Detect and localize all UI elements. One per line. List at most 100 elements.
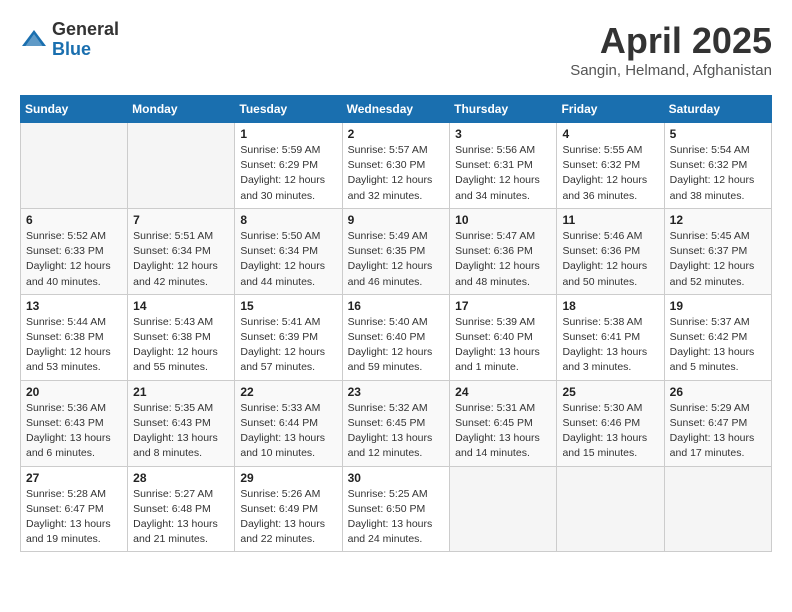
logo: General Blue <box>20 20 119 60</box>
calendar-day-cell <box>128 123 235 209</box>
day-number: 7 <box>133 213 229 227</box>
calendar-header-cell: Friday <box>557 96 664 123</box>
day-info: Sunrise: 5:50 AMSunset: 6:34 PMDaylight:… <box>240 229 336 290</box>
day-number: 6 <box>26 213 122 227</box>
calendar-header-cell: Sunday <box>21 96 128 123</box>
calendar-table: SundayMondayTuesdayWednesdayThursdayFrid… <box>20 95 772 552</box>
day-number: 3 <box>455 127 551 141</box>
day-info: Sunrise: 5:33 AMSunset: 6:44 PMDaylight:… <box>240 401 336 462</box>
day-info: Sunrise: 5:41 AMSunset: 6:39 PMDaylight:… <box>240 315 336 376</box>
day-info: Sunrise: 5:47 AMSunset: 6:36 PMDaylight:… <box>455 229 551 290</box>
calendar-day-cell: 14 Sunrise: 5:43 AMSunset: 6:38 PMDayligh… <box>128 294 235 380</box>
calendar-header-cell: Monday <box>128 96 235 123</box>
calendar-day-cell: 20 Sunrise: 5:36 AMSunset: 6:43 PMDayligh… <box>21 380 128 466</box>
calendar-week-row: 20 Sunrise: 5:36 AMSunset: 6:43 PMDayligh… <box>21 380 772 466</box>
day-info: Sunrise: 5:45 AMSunset: 6:37 PMDaylight:… <box>670 229 766 290</box>
day-number: 1 <box>240 127 336 141</box>
logo-general-text: General <box>52 20 119 40</box>
calendar-week-row: 13Sunrise: 5:44 AMSunset: 6:38 PMDayligh… <box>21 294 772 380</box>
day-number: 17 <box>455 299 551 313</box>
calendar-day-cell: 2 Sunrise: 5:57 AMSunset: 6:30 PMDaylight… <box>342 123 450 209</box>
day-info: Sunrise: 5:40 AMSunset: 6:40 PMDaylight:… <box>348 315 445 376</box>
calendar-day-cell: 9 Sunrise: 5:49 AMSunset: 6:35 PMDaylight… <box>342 208 450 294</box>
calendar-day-cell: 30 Sunrise: 5:25 AMSunset: 6:50 PMDayligh… <box>342 466 450 552</box>
calendar-day-cell <box>450 466 557 552</box>
day-number: 5 <box>670 127 766 141</box>
day-info: Sunrise: 5:28 AMSunset: 6:47 PMDaylight:… <box>26 487 122 548</box>
calendar-day-cell: 17 Sunrise: 5:39 AMSunset: 6:40 PMDayligh… <box>450 294 557 380</box>
day-info: Sunrise: 5:57 AMSunset: 6:30 PMDaylight:… <box>348 143 445 204</box>
calendar-day-cell: 16 Sunrise: 5:40 AMSunset: 6:40 PMDayligh… <box>342 294 450 380</box>
day-info: Sunrise: 5:36 AMSunset: 6:43 PMDaylight:… <box>26 401 122 462</box>
calendar-week-row: 6 Sunrise: 5:52 AMSunset: 6:33 PMDaylight… <box>21 208 772 294</box>
day-info: Sunrise: 5:56 AMSunset: 6:31 PMDaylight:… <box>455 143 551 204</box>
calendar-day-cell <box>21 123 128 209</box>
day-number: 4 <box>562 127 658 141</box>
calendar-day-cell: 7Sunrise: 5:51 AMSunset: 6:34 PMDaylight… <box>128 208 235 294</box>
day-number: 27 <box>26 471 122 485</box>
day-number: 28 <box>133 471 229 485</box>
day-number: 20 <box>26 385 122 399</box>
day-number: 9 <box>348 213 445 227</box>
day-number: 26 <box>670 385 766 399</box>
calendar-header-cell: Wednesday <box>342 96 450 123</box>
day-number: 2 <box>348 127 445 141</box>
day-number: 22 <box>240 385 336 399</box>
day-info: Sunrise: 5:25 AMSunset: 6:50 PMDaylight:… <box>348 487 445 548</box>
calendar-header-cell: Tuesday <box>235 96 342 123</box>
day-number: 15 <box>240 299 336 313</box>
day-info: Sunrise: 5:35 AMSunset: 6:43 PMDaylight:… <box>133 401 229 462</box>
day-number: 14 <box>133 299 229 313</box>
day-number: 21 <box>133 385 229 399</box>
page-header: General Blue April 2025 Sangin, Helmand,… <box>20 20 772 79</box>
calendar-day-cell: 23Sunrise: 5:32 AMSunset: 6:45 PMDayligh… <box>342 380 450 466</box>
day-info: Sunrise: 5:26 AMSunset: 6:49 PMDaylight:… <box>240 487 336 548</box>
day-info: Sunrise: 5:31 AMSunset: 6:45 PMDaylight:… <box>455 401 551 462</box>
day-number: 11 <box>562 213 658 227</box>
day-number: 16 <box>348 299 445 313</box>
day-number: 23 <box>348 385 445 399</box>
logo-blue-text: Blue <box>52 40 119 60</box>
day-info: Sunrise: 5:37 AMSunset: 6:42 PMDaylight:… <box>670 315 766 376</box>
day-info: Sunrise: 5:49 AMSunset: 6:35 PMDaylight:… <box>348 229 445 290</box>
day-number: 8 <box>240 213 336 227</box>
day-info: Sunrise: 5:27 AMSunset: 6:48 PMDaylight:… <box>133 487 229 548</box>
calendar-day-cell: 22 Sunrise: 5:33 AMSunset: 6:44 PMDayligh… <box>235 380 342 466</box>
calendar-day-cell: 6 Sunrise: 5:52 AMSunset: 6:33 PMDaylight… <box>21 208 128 294</box>
calendar-body: 1Sunrise: 5:59 AMSunset: 6:29 PMDaylight… <box>21 123 772 552</box>
calendar-header-row: SundayMondayTuesdayWednesdayThursdayFrid… <box>21 96 772 123</box>
calendar-day-cell: 29 Sunrise: 5:26 AMSunset: 6:49 PMDayligh… <box>235 466 342 552</box>
calendar-day-cell: 15 Sunrise: 5:41 AMSunset: 6:39 PMDayligh… <box>235 294 342 380</box>
day-info: Sunrise: 5:46 AMSunset: 6:36 PMDaylight:… <box>562 229 658 290</box>
day-number: 19 <box>670 299 766 313</box>
calendar-day-cell: 24 Sunrise: 5:31 AMSunset: 6:45 PMDayligh… <box>450 380 557 466</box>
title-block: April 2025 Sangin, Helmand, Afghanistan <box>570 20 772 79</box>
calendar-day-cell <box>664 466 771 552</box>
calendar-day-cell: 28 Sunrise: 5:27 AMSunset: 6:48 PMDayligh… <box>128 466 235 552</box>
calendar-day-cell: 13Sunrise: 5:44 AMSunset: 6:38 PMDayligh… <box>21 294 128 380</box>
calendar-subtitle: Sangin, Helmand, Afghanistan <box>570 62 772 79</box>
calendar-day-cell: 19 Sunrise: 5:37 AMSunset: 6:42 PMDayligh… <box>664 294 771 380</box>
calendar-header-cell: Thursday <box>450 96 557 123</box>
logo-icon <box>20 26 48 54</box>
calendar-day-cell: 5Sunrise: 5:54 AMSunset: 6:32 PMDaylight… <box>664 123 771 209</box>
day-number: 13 <box>26 299 122 313</box>
day-info: Sunrise: 5:52 AMSunset: 6:33 PMDaylight:… <box>26 229 122 290</box>
day-number: 12 <box>670 213 766 227</box>
day-number: 29 <box>240 471 336 485</box>
calendar-header-cell: Saturday <box>664 96 771 123</box>
day-info: Sunrise: 5:39 AMSunset: 6:40 PMDaylight:… <box>455 315 551 376</box>
day-number: 24 <box>455 385 551 399</box>
day-info: Sunrise: 5:29 AMSunset: 6:47 PMDaylight:… <box>670 401 766 462</box>
calendar-day-cell: 4Sunrise: 5:55 AMSunset: 6:32 PMDaylight… <box>557 123 664 209</box>
calendar-week-row: 27 Sunrise: 5:28 AMSunset: 6:47 PMDayligh… <box>21 466 772 552</box>
day-info: Sunrise: 5:30 AMSunset: 6:46 PMDaylight:… <box>562 401 658 462</box>
calendar-day-cell: 3 Sunrise: 5:56 AMSunset: 6:31 PMDaylight… <box>450 123 557 209</box>
calendar-day-cell: 21 Sunrise: 5:35 AMSunset: 6:43 PMDayligh… <box>128 380 235 466</box>
calendar-week-row: 1Sunrise: 5:59 AMSunset: 6:29 PMDaylight… <box>21 123 772 209</box>
day-number: 30 <box>348 471 445 485</box>
day-info: Sunrise: 5:43 AMSunset: 6:38 PMDaylight:… <box>133 315 229 376</box>
calendar-day-cell: 11 Sunrise: 5:46 AMSunset: 6:36 PMDayligh… <box>557 208 664 294</box>
calendar-day-cell: 8 Sunrise: 5:50 AMSunset: 6:34 PMDaylight… <box>235 208 342 294</box>
calendar-day-cell: 27 Sunrise: 5:28 AMSunset: 6:47 PMDayligh… <box>21 466 128 552</box>
